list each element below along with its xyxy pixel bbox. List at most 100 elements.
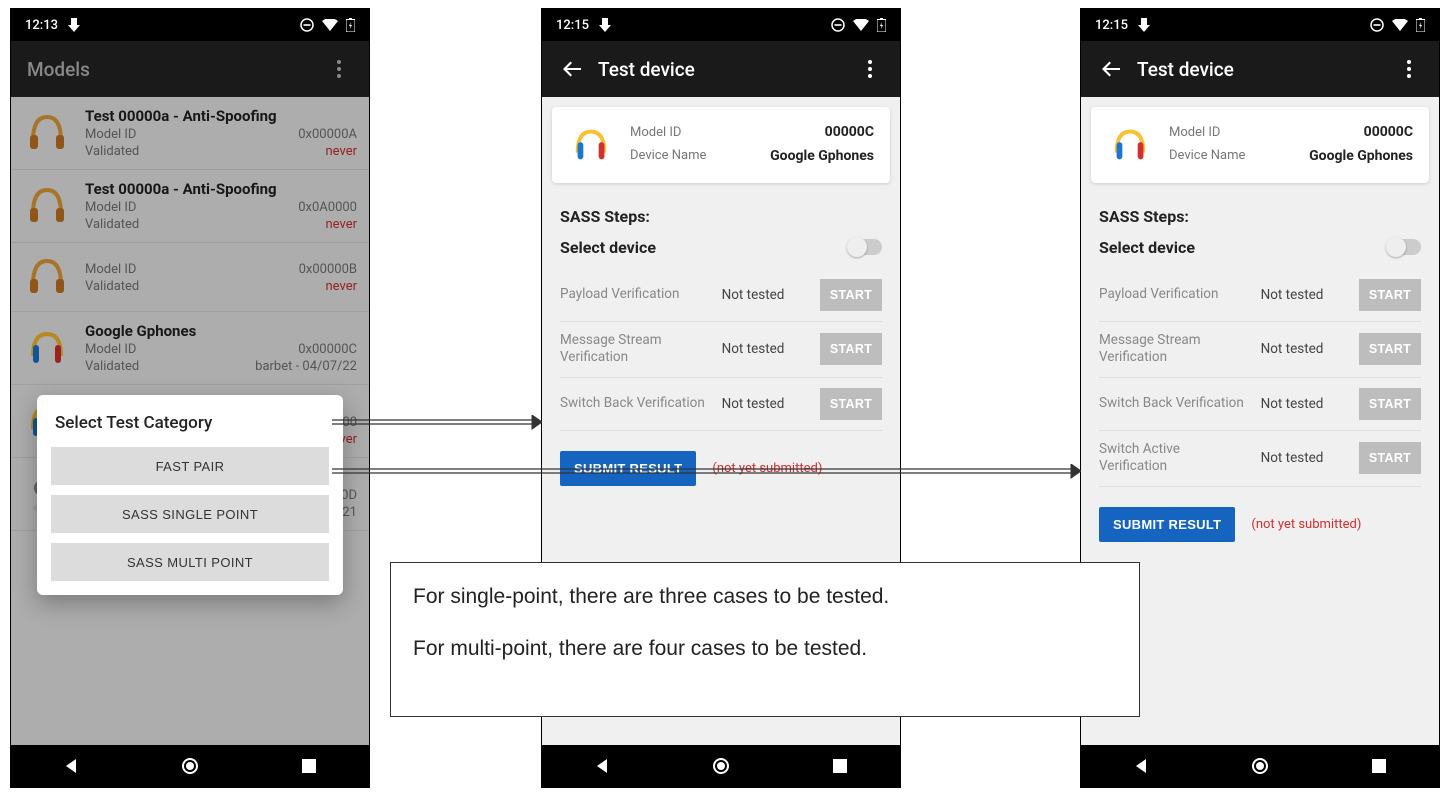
test-name: Switch Active Verification xyxy=(1099,441,1251,476)
models-content: Test 00000a - Anti-Spoofing Model ID0x00… xyxy=(11,97,369,745)
back-arrow-icon[interactable] xyxy=(552,58,592,80)
device-name-value: Google Gphones xyxy=(770,145,874,169)
test-status: Not tested xyxy=(1261,341,1349,357)
appbar: Models xyxy=(11,41,369,97)
test-name: Payload Verification xyxy=(1099,286,1251,304)
nav-home-icon[interactable] xyxy=(177,753,203,779)
test-name: Switch Back Verification xyxy=(1099,395,1251,413)
start-button[interactable]: START xyxy=(1359,333,1421,365)
test-row: Payload Verification Not tested START xyxy=(560,269,882,322)
submit-result-button[interactable]: SUBMIT RESULT xyxy=(1099,507,1235,542)
appbar: Test device xyxy=(1081,41,1439,97)
test-status: Not tested xyxy=(1261,450,1349,466)
start-button[interactable]: START xyxy=(820,333,882,365)
wifi-icon xyxy=(1392,19,1408,31)
test-name: Switch Back Verification xyxy=(560,395,712,413)
clock: 12:15 xyxy=(1095,18,1128,33)
model-id-label: Model ID xyxy=(630,121,770,144)
battery-icon xyxy=(877,18,886,32)
clock: 12:13 xyxy=(25,18,58,33)
submit-result-button[interactable]: SUBMIT RESULT xyxy=(560,451,696,486)
clock: 12:15 xyxy=(556,18,589,33)
statusbar: 12:13 xyxy=(11,9,369,41)
overflow-menu-icon[interactable] xyxy=(319,60,359,78)
start-button[interactable]: START xyxy=(820,279,882,311)
statusbar: 12:15 xyxy=(542,9,900,41)
dialog-title: Select Test Category xyxy=(51,413,329,433)
navbar xyxy=(11,745,369,787)
dnd-icon xyxy=(1370,18,1384,32)
start-button[interactable]: START xyxy=(1359,442,1421,474)
test-row: Payload Verification Not tested START xyxy=(1099,269,1421,322)
test-status: Not tested xyxy=(1261,396,1349,412)
select-device-toggle[interactable] xyxy=(1387,239,1421,255)
test-row: Message Stream Verification Not tested S… xyxy=(1099,322,1421,378)
test-row: Message Stream Verification Not tested S… xyxy=(560,322,882,378)
submit-note: (not yet submitted) xyxy=(1251,517,1361,532)
test-name: Payload Verification xyxy=(560,286,712,304)
test-status: Not tested xyxy=(722,396,810,412)
select-test-category-dialog: Select Test Category FAST PAIR SASS SING… xyxy=(37,395,343,595)
navbar xyxy=(542,745,900,787)
navbar xyxy=(1081,745,1439,787)
dnd-icon xyxy=(831,18,845,32)
device-name-label: Device Name xyxy=(630,144,770,167)
battery-icon xyxy=(346,18,355,32)
phone-models: 12:13 Models Test 00000a - Anti-S xyxy=(10,8,370,788)
select-device-label: Select device xyxy=(1099,238,1195,257)
test-row: Switch Active Verification Not tested ST… xyxy=(1099,431,1421,487)
start-button[interactable]: START xyxy=(820,388,882,420)
test-row: Switch Back Verification Not tested STAR… xyxy=(1099,378,1421,431)
select-device-label: Select device xyxy=(560,238,656,257)
test-status: Not tested xyxy=(722,287,810,303)
test-status: Not tested xyxy=(1261,287,1349,303)
nav-back-icon[interactable] xyxy=(58,753,84,779)
device-name-label: Device Name xyxy=(1169,144,1309,167)
nav-recent-icon[interactable] xyxy=(827,753,853,779)
fast-pair-button[interactable]: FAST PAIR xyxy=(51,447,329,485)
page-title: Test device xyxy=(592,58,850,81)
device-card: Model ID Device Name 00000C Google Gphon… xyxy=(1091,107,1429,183)
test-name: Message Stream Verification xyxy=(560,332,712,367)
back-arrow-icon[interactable] xyxy=(1091,58,1131,80)
device-name-value: Google Gphones xyxy=(1309,145,1413,169)
nav-home-icon[interactable] xyxy=(708,753,734,779)
nav-back-icon[interactable] xyxy=(589,753,615,779)
model-id-value: 00000C xyxy=(1309,121,1413,145)
appbar: Test device xyxy=(542,41,900,97)
test-status: Not tested xyxy=(722,341,810,357)
notification-icon xyxy=(599,18,611,32)
headphones-icon xyxy=(1107,122,1153,168)
model-id-label: Model ID xyxy=(1169,121,1309,144)
notification-icon xyxy=(68,18,80,32)
sass-steps-heading: SASS Steps: xyxy=(560,207,882,226)
battery-icon xyxy=(1416,18,1425,32)
statusbar: 12:15 xyxy=(1081,9,1439,41)
nav-back-icon[interactable] xyxy=(1128,753,1154,779)
test-row: Switch Back Verification Not tested STAR… xyxy=(560,378,882,431)
nav-recent-icon[interactable] xyxy=(1366,753,1392,779)
nav-recent-icon[interactable] xyxy=(296,753,322,779)
device-card: Model ID Device Name 00000C Google Gphon… xyxy=(552,107,890,183)
model-id-value: 00000C xyxy=(770,121,874,145)
notification-icon xyxy=(1138,18,1150,32)
sass-single-point-button[interactable]: SASS SINGLE POINT xyxy=(51,495,329,533)
explainer-line-1: For single-point, there are three cases … xyxy=(413,581,1117,613)
overflow-menu-icon[interactable] xyxy=(1389,60,1429,78)
select-device-toggle[interactable] xyxy=(848,239,882,255)
overflow-menu-icon[interactable] xyxy=(850,60,890,78)
headphones-icon xyxy=(568,122,614,168)
start-button[interactable]: START xyxy=(1359,388,1421,420)
nav-home-icon[interactable] xyxy=(1247,753,1273,779)
sass-multi-point-button[interactable]: SASS MULTI POINT xyxy=(51,543,329,581)
explainer-line-2: For multi-point, there are four cases to… xyxy=(413,633,1117,665)
wifi-icon xyxy=(322,19,338,31)
start-button[interactable]: START xyxy=(1359,279,1421,311)
explainer-box: For single-point, there are three cases … xyxy=(390,562,1140,717)
submit-note: (not yet submitted) xyxy=(712,461,822,476)
page-title: Test device xyxy=(1131,58,1389,81)
dnd-icon xyxy=(300,18,314,32)
test-name: Message Stream Verification xyxy=(1099,332,1251,367)
sass-steps-heading: SASS Steps: xyxy=(1099,207,1421,226)
page-title: Models xyxy=(21,58,319,81)
